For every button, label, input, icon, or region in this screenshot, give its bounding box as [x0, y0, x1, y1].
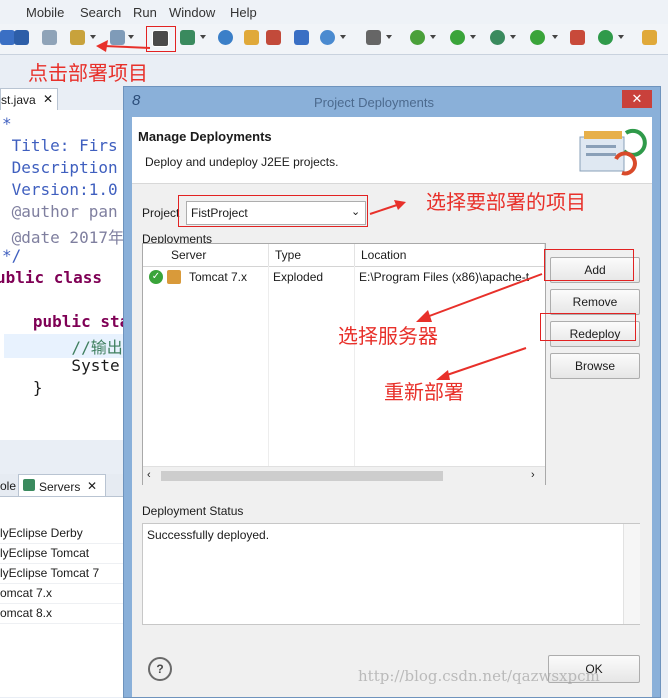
arrow-annotation-1 — [96, 40, 151, 52]
code-line: ublic class — [0, 268, 112, 287]
column-header-location[interactable]: Location — [355, 244, 545, 266]
row-type: Exploded — [273, 270, 324, 284]
horizontal-scrollbar[interactable]: ‹ › — [143, 466, 545, 485]
camera-icon[interactable] — [366, 30, 381, 45]
annotation-select-server: 选择服务器 — [338, 326, 438, 348]
scroll-right-icon[interactable]: › — [531, 469, 535, 481]
annotation-deploy-project: 点击部署项目 — [28, 63, 148, 85]
annotation-redeploy: 重新部署 — [384, 382, 464, 404]
editor-tab-label: st.java — [1, 93, 36, 107]
watermark: http://blog.csdn.net/qazwsxpcm — [358, 667, 600, 685]
scrollbar-thumb[interactable] — [161, 471, 443, 481]
deployment-status-box: Successfully deployed. — [142, 523, 640, 625]
code-line: Title: Firs — [2, 136, 118, 155]
column-header-server[interactable]: Server — [165, 244, 269, 266]
code-line: Syste — [4, 356, 120, 375]
servers-tabbar: ole Servers ✕ — [0, 474, 128, 497]
code-line: public sta — [4, 312, 130, 331]
profile-icon[interactable] — [530, 30, 545, 45]
run-icon[interactable] — [450, 30, 465, 45]
arrow-annotation-2 — [369, 200, 406, 215]
cube-icon[interactable] — [14, 30, 29, 45]
browse-button[interactable]: Browse — [550, 353, 640, 379]
sync-icon[interactable] — [294, 30, 309, 45]
code-line: */ — [2, 246, 22, 265]
dialog-heading: Manage Deployments — [138, 129, 272, 144]
row-server: Tomcat 7.x — [189, 270, 248, 284]
tomcat-icon — [167, 270, 181, 284]
success-check-icon: ✓ — [149, 270, 163, 284]
code-editor[interactable]: * Title: Firs Description Version:1.0 @a… — [0, 110, 130, 440]
deployment-status-text: Successfully deployed. — [147, 528, 270, 542]
save-icon[interactable] — [42, 30, 57, 45]
dialog-header: Manage Deployments Deploy and undeploy J… — [132, 117, 652, 184]
wizard-icon[interactable] — [70, 30, 85, 45]
code-line: Version:1.0 — [2, 180, 118, 199]
annotation-select-project: 选择要部署的项目 — [426, 192, 586, 214]
close-icon[interactable]: ✕ — [43, 92, 53, 106]
menu-mobile[interactable]: Mobile — [26, 5, 64, 20]
list-item[interactable]: omcat 7.x — [0, 583, 128, 604]
console-tab[interactable]: ole — [0, 479, 16, 493]
code-line: @author pan — [2, 202, 118, 221]
folder-icon[interactable] — [244, 30, 259, 45]
refresh-icon[interactable] — [598, 30, 613, 45]
dialog-titlebar: 8 Project Deployments ✕ — [124, 87, 660, 117]
redeploy-button-highlight — [540, 313, 636, 341]
editor-tab[interactable]: st.java ✕ — [0, 88, 58, 111]
menu-search[interactable]: Search — [80, 5, 121, 20]
servers-tab[interactable]: Servers ✕ — [18, 474, 106, 497]
menu-bar: Mobile Search Run Window Help — [0, 0, 668, 24]
menu-window[interactable]: Window — [169, 5, 215, 20]
code-line: //输出 — [4, 334, 128, 358]
deployment-status-label: Deployment Status — [142, 504, 244, 518]
close-button[interactable]: ✕ — [622, 90, 652, 108]
add-button-highlight — [544, 249, 634, 281]
dialog-subheading: Deploy and undeploy J2EE projects. — [145, 155, 339, 169]
project-label: Project — [142, 206, 180, 220]
column-header-type[interactable]: Type — [269, 244, 355, 266]
coverage-icon[interactable] — [490, 30, 505, 45]
debug-icon[interactable] — [410, 30, 425, 45]
code-line: * — [2, 114, 12, 133]
close-icon[interactable]: ✕ — [87, 479, 97, 493]
project-icon[interactable] — [0, 30, 15, 45]
list-item[interactable]: omcat 8.x — [0, 603, 128, 624]
browser-icon[interactable] — [320, 30, 335, 45]
globe-icon[interactable] — [218, 30, 233, 45]
server-icon[interactable] — [180, 30, 195, 45]
package-icon[interactable] — [642, 30, 657, 45]
help-icon[interactable]: ? — [148, 657, 172, 681]
servers-icon — [23, 479, 35, 491]
vertical-scrollbar[interactable] — [623, 524, 640, 624]
menu-help[interactable]: Help — [230, 5, 257, 20]
list-item[interactable]: lyEclipse Derby — [0, 523, 128, 544]
code-line: @date 2017年 — [2, 228, 124, 247]
servers-tab-label: Servers — [39, 480, 81, 494]
remove-button[interactable]: Remove — [550, 289, 640, 315]
project-select-highlight — [178, 195, 368, 227]
app-logo-icon: 8 — [132, 92, 141, 109]
external-tools-icon[interactable] — [570, 30, 585, 45]
list-item[interactable]: lyEclipse Tomcat 7 — [0, 563, 128, 584]
scroll-left-icon[interactable]: ‹ — [147, 469, 151, 481]
servers-list: lyEclipse Derby lyEclipse Tomcat lyEclip… — [0, 496, 128, 697]
code-line: } — [4, 378, 43, 397]
open-icon[interactable] — [266, 30, 281, 45]
code-line: Description — [2, 158, 118, 177]
list-item[interactable]: lyEclipse Tomcat — [0, 543, 128, 564]
menu-run[interactable]: Run — [133, 5, 157, 20]
dialog-title: Project Deployments — [314, 95, 434, 110]
deploy-banner-icon — [579, 128, 647, 176]
